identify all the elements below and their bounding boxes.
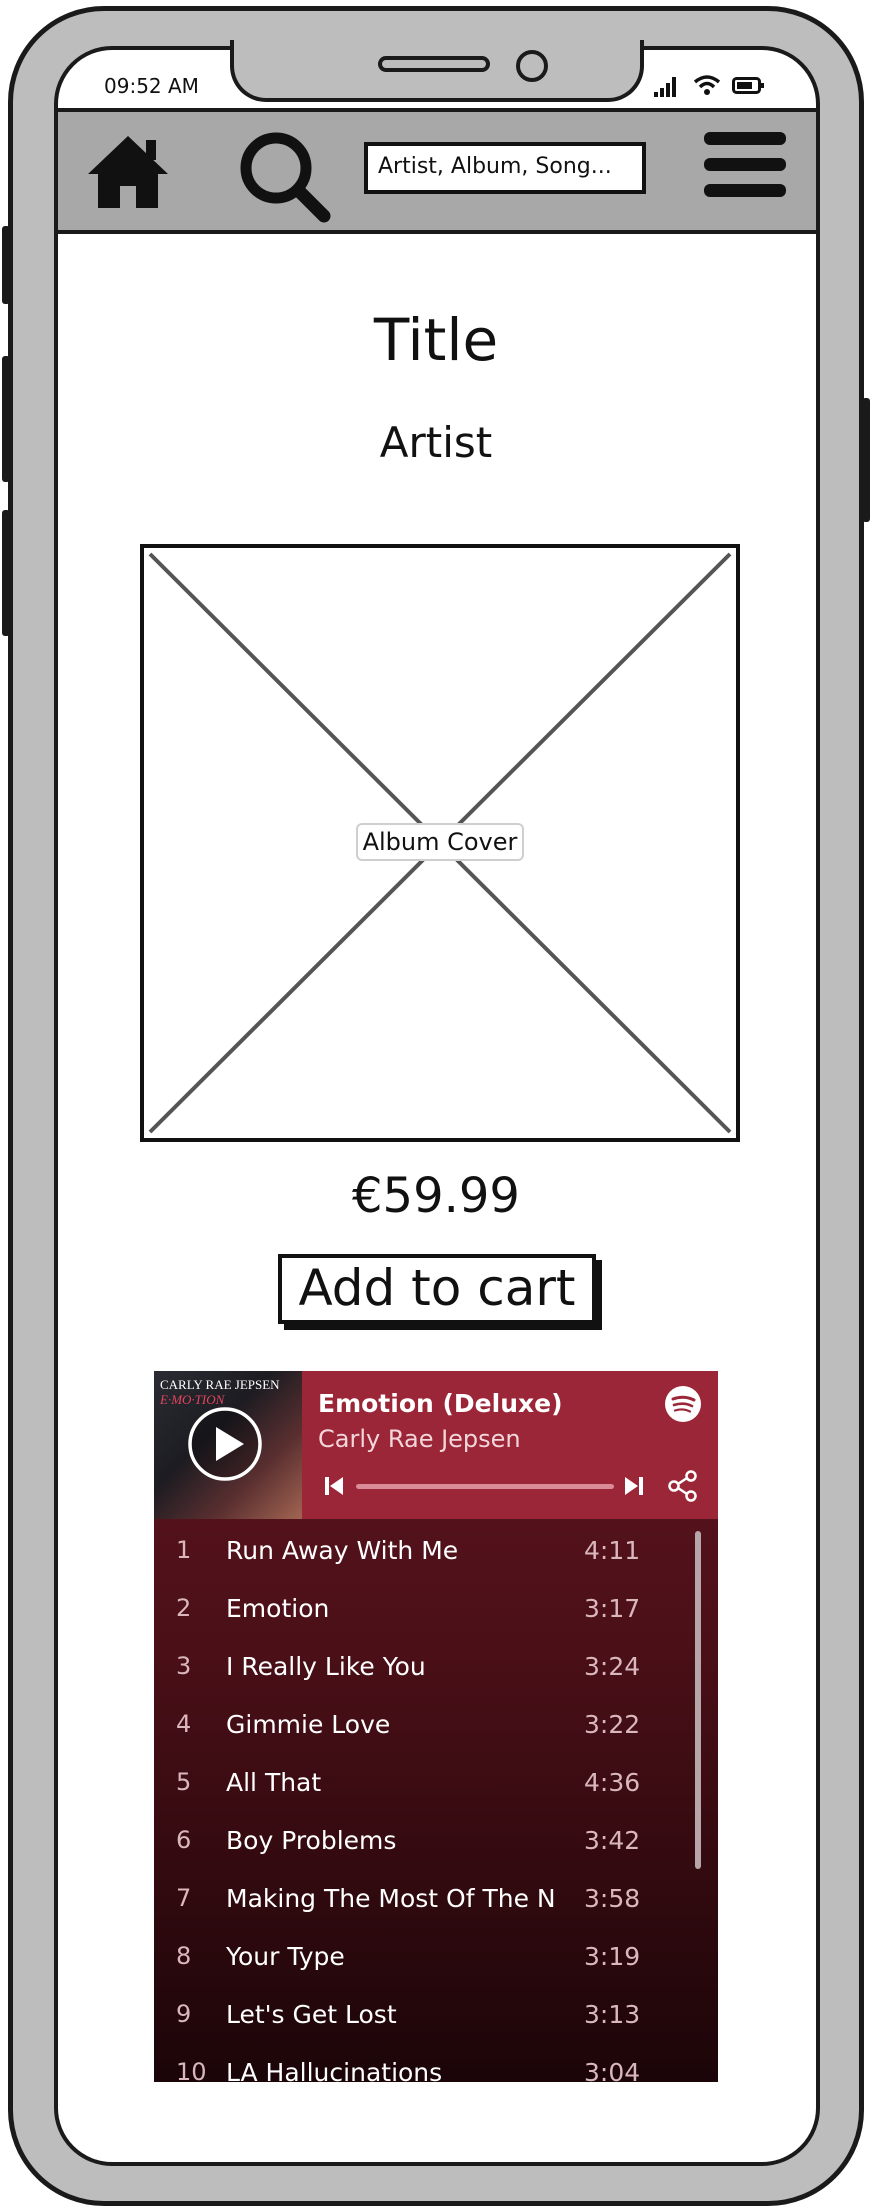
track-duration: 3:19 — [584, 1942, 641, 1971]
track-duration: 4:36 — [584, 1768, 641, 1797]
page-title: Title — [373, 306, 499, 374]
track-number: 7 — [176, 1884, 192, 1912]
track-title: Emotion — [226, 1594, 330, 1623]
side-button-volume-down — [2, 510, 10, 636]
track-title: I Really Like You — [226, 1652, 426, 1681]
track-title: All That — [226, 1768, 322, 1797]
track-row[interactable]: 1 Run Away With Me 4:11 — [154, 1523, 694, 1581]
battery-icon — [732, 77, 764, 94]
signal-icon — [654, 77, 676, 97]
track-row[interactable]: 2 Emotion 3:17 — [154, 1581, 694, 1639]
track-title: Gimmie Love — [226, 1710, 391, 1739]
progress-bar[interactable] — [356, 1484, 614, 1489]
speaker-grille — [378, 56, 490, 72]
track-number: 5 — [176, 1768, 192, 1796]
track-duration: 3:42 — [584, 1826, 641, 1855]
track-row[interactable]: 6 Boy Problems 3:42 — [154, 1813, 694, 1871]
artist-name: Artist — [379, 418, 493, 467]
track-title: Your Type — [226, 1942, 345, 1971]
album-art-text-line1: CARLY RAE JEPSEN — [160, 1377, 280, 1392]
menu-icon[interactable] — [702, 128, 788, 204]
track-duration: 3:24 — [584, 1652, 641, 1681]
track-number: 2 — [176, 1594, 192, 1622]
track-duration: 3:22 — [584, 1710, 641, 1739]
previous-track-icon[interactable] — [322, 1473, 346, 1499]
search-input[interactable]: Artist, Album, Song... — [364, 142, 646, 194]
track-duration: 3:17 — [584, 1594, 641, 1623]
track-list-scrollbar[interactable] — [695, 1531, 701, 1869]
track-row[interactable]: 9 Let's Get Lost 3:13 — [154, 1987, 694, 2045]
status-time: 09:52 AM — [104, 74, 199, 98]
track-title: Making The Most Of The Ni... — [226, 1884, 556, 1913]
track-number: 10 — [176, 2058, 207, 2082]
track-duration: 3:58 — [584, 1884, 641, 1913]
track-row[interactable]: 5 All That 4:36 — [154, 1755, 694, 1813]
player-album-name[interactable]: Emotion (Deluxe) — [318, 1389, 563, 1418]
track-number: 9 — [176, 2000, 192, 2028]
album-cover-label: Album Cover — [356, 823, 524, 861]
track-number: 3 — [176, 1652, 192, 1680]
track-title: LA Hallucinations — [226, 2058, 443, 2082]
album-art-text: CARLY RAE JEPSEN E·MO·TION — [160, 1377, 280, 1407]
track-row[interactable]: 3 I Really Like You 3:24 — [154, 1639, 694, 1697]
add-to-cart-button[interactable]: Add to cart — [278, 1254, 596, 1324]
share-icon[interactable] — [666, 1469, 700, 1503]
track-title: Run Away With Me — [226, 1536, 459, 1565]
track-row[interactable]: 7 Making The Most Of The Ni... 3:58 — [154, 1871, 694, 1929]
side-button-mute — [2, 226, 10, 304]
track-number: 8 — [176, 1942, 192, 1970]
track-number: 6 — [176, 1826, 192, 1854]
track-duration: 3:13 — [584, 2000, 641, 2029]
spotify-icon[interactable] — [664, 1385, 702, 1423]
price: €59.99 — [352, 1168, 520, 1224]
track-title: Boy Problems — [226, 1826, 397, 1855]
music-player-embed: CARLY RAE JEPSEN E·MO·TION Emotion (Delu… — [154, 1371, 718, 2082]
track-number: 1 — [176, 1536, 192, 1564]
play-icon[interactable] — [186, 1405, 264, 1483]
search-icon[interactable] — [236, 128, 332, 224]
track-number: 4 — [176, 1710, 192, 1738]
track-title: Let's Get Lost — [226, 2000, 397, 2029]
front-camera — [516, 50, 548, 82]
track-duration: 4:11 — [584, 1536, 641, 1565]
next-track-icon[interactable] — [622, 1473, 646, 1499]
track-row[interactable]: 8 Your Type 3:19 — [154, 1929, 694, 1987]
track-row[interactable]: 10 LA Hallucinations 3:04 — [154, 2045, 694, 2082]
track-row[interactable]: 4 Gimmie Love 3:22 — [154, 1697, 694, 1755]
track-duration: 3:04 — [584, 2058, 641, 2082]
player-artist-name[interactable]: Carly Rae Jepsen — [318, 1425, 521, 1453]
home-icon[interactable] — [82, 132, 174, 212]
wifi-icon — [693, 75, 721, 95]
